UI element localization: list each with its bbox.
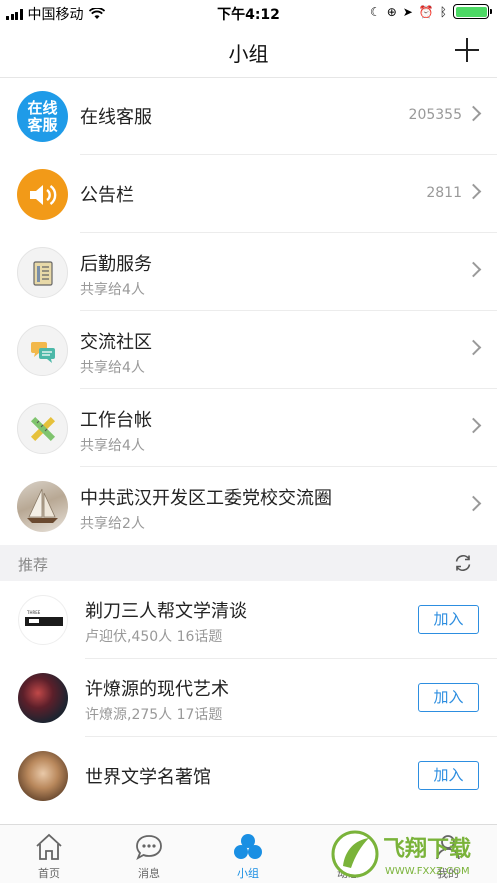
join-button[interactable]: 加入 xyxy=(418,683,479,712)
group-title: 工作台帐 xyxy=(80,410,152,431)
chevron-right-icon xyxy=(465,261,482,278)
group-row-online-service[interactable]: 在线 客服 在线客服 205355 xyxy=(0,77,497,155)
group-count: 2811 xyxy=(426,185,462,201)
battery-icon xyxy=(453,4,492,19)
watermark-text: 飞翔下载 xyxy=(383,836,471,862)
chevron-right-icon xyxy=(465,105,482,122)
svg-text:THREE: THREE xyxy=(26,610,41,615)
recommend-row[interactable]: 世界文学名著馆 加入 xyxy=(0,737,497,815)
recommend-section-header: 推荐 xyxy=(0,545,497,581)
group-title: 公告栏 xyxy=(80,185,134,206)
section-label: 推荐 xyxy=(18,556,49,574)
page-title: 小组 xyxy=(228,42,269,66)
join-button[interactable]: 加入 xyxy=(418,761,479,790)
group-avatar xyxy=(18,673,68,723)
tab-label: 小组 xyxy=(237,867,259,880)
home-icon xyxy=(36,833,62,860)
nav-bar: 小组 xyxy=(0,26,497,78)
sailboat-photo xyxy=(17,481,68,532)
group-share-info: 共享给4人 xyxy=(80,282,145,298)
chevron-right-icon xyxy=(465,417,482,434)
join-button[interactable]: 加入 xyxy=(418,605,479,634)
bluetooth-icon: ᛒ xyxy=(439,4,447,19)
group-meta: 许燎源,275人 17话题 xyxy=(85,707,223,723)
chevron-right-icon xyxy=(465,339,482,356)
group-row-work-ledger[interactable]: 工作台帐 共享给4人 xyxy=(0,389,497,467)
customer-service-icon: 在线 客服 xyxy=(17,91,68,142)
document-icon xyxy=(17,247,68,298)
watermark-url: WWW.FXXZ.COM xyxy=(385,866,470,877)
chevron-right-icon xyxy=(465,495,482,512)
location-icon: ➤ xyxy=(402,4,413,19)
group-row-bulletin[interactable]: 公告栏 2811 xyxy=(0,155,497,233)
group-title: 许燎源的现代艺术 xyxy=(85,679,229,700)
chat-bubbles-icon xyxy=(17,325,68,376)
ruler-pencil-icon xyxy=(17,403,68,454)
group-meta: 卢迎伏,450人 16话题 xyxy=(85,629,223,645)
chevron-right-icon xyxy=(465,183,482,200)
status-right: ☾ ⊕ ➤ ⏰ ᛒ xyxy=(369,4,492,19)
tab-home[interactable]: 首页 xyxy=(19,829,79,881)
tab-label: 首页 xyxy=(38,867,60,880)
recommend-row[interactable]: THREE 剃刀三人帮文学清谈 卢迎伏,450人 16话题 加入 xyxy=(0,581,497,659)
group-title: 在线客服 xyxy=(80,107,152,128)
group-avatar xyxy=(18,751,68,801)
group-title: 世界文学名著馆 xyxy=(85,767,211,788)
tab-messages[interactable]: 消息 xyxy=(119,829,179,881)
watermark: 飞翔下载 WWW.FXXZ.COM xyxy=(327,826,497,883)
group-icon xyxy=(234,834,262,859)
moon-icon: ☾ xyxy=(369,4,381,19)
message-icon xyxy=(136,835,162,860)
refresh-icon[interactable] xyxy=(453,553,473,573)
group-share-info: 共享给4人 xyxy=(80,360,145,376)
group-title: 剃刀三人帮文学清谈 xyxy=(85,601,247,622)
recommend-row[interactable]: 许燎源的现代艺术 许燎源,275人 17话题 加入 xyxy=(0,659,497,737)
group-avatar: THREE xyxy=(18,595,68,645)
group-count: 205355 xyxy=(408,107,462,123)
group-row-community[interactable]: 交流社区 共享给4人 xyxy=(0,311,497,389)
group-title: 交流社区 xyxy=(80,332,152,353)
alarm-icon: ⏰ xyxy=(418,4,434,19)
group-row-logistics[interactable]: 后勤服务 共享给4人 xyxy=(0,233,497,311)
tab-label: 消息 xyxy=(138,867,160,880)
group-share-info: 共享给4人 xyxy=(80,438,145,454)
tab-groups[interactable]: 小组 xyxy=(218,829,278,881)
speaker-icon xyxy=(17,169,68,220)
group-title: 中共武汉开发区工委党校交流圈 xyxy=(80,488,332,509)
add-group-button[interactable] xyxy=(453,36,481,64)
group-title: 后勤服务 xyxy=(80,254,152,275)
lock-rotation-icon: ⊕ xyxy=(386,4,397,19)
group-row-party-school[interactable]: 中共武汉开发区工委党校交流圈 共享给2人 xyxy=(0,467,497,545)
status-bar: 中国移动 下午4:12 ☾ ⊕ ➤ ⏰ ᛒ xyxy=(0,0,497,26)
group-share-info: 共享给2人 xyxy=(80,516,145,532)
